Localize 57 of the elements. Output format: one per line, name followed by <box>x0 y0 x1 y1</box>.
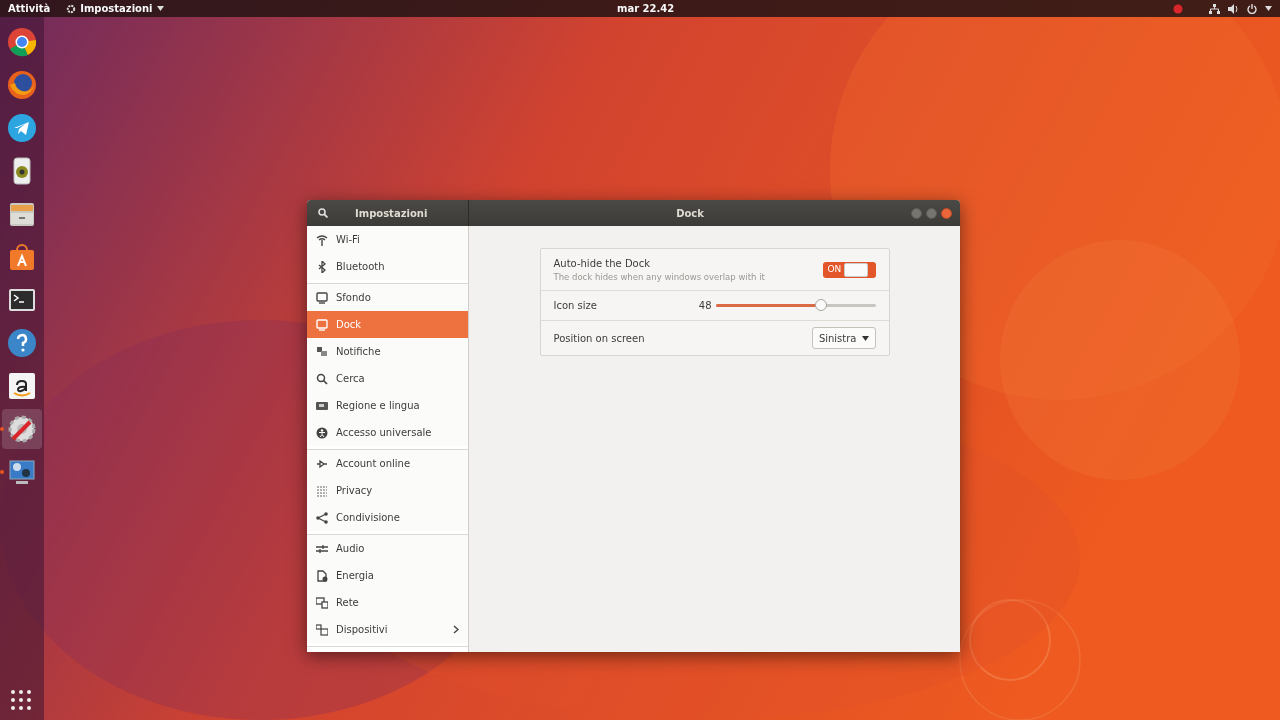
gear-icon <box>66 3 77 14</box>
app-menu[interactable]: Impostazioni <box>66 1 164 16</box>
toggle-switch[interactable]: ON <box>822 261 876 278</box>
network-icon <box>316 596 328 609</box>
keyboard-icon <box>316 399 328 412</box>
sidebar-item[interactable]: Dispositivi <box>307 616 468 643</box>
grid-icon <box>316 484 328 497</box>
close-button[interactable] <box>941 207 952 219</box>
volume-icon <box>1228 3 1239 14</box>
sidebar-item[interactable]: Account online <box>307 450 468 477</box>
sidebar-item[interactable]: Notifiche <box>307 338 468 365</box>
clock[interactable]: mar 22.42 <box>617 1 675 16</box>
caret-icon <box>1265 6 1272 11</box>
sidebar-item[interactable]: Condivisione <box>307 504 468 531</box>
window-title: Dock <box>675 206 705 221</box>
share-icon <box>316 511 328 524</box>
chevron-icon <box>453 625 459 634</box>
power-icon <box>1247 3 1257 14</box>
setting-label: Position on screen <box>553 331 646 346</box>
slider-value: 48 <box>698 299 712 313</box>
sidebar-item[interactable]: Sfondo <box>307 284 468 311</box>
search-icon <box>316 372 328 385</box>
setting-label: Icon size <box>553 299 598 313</box>
sidebar-item[interactable]: Rete <box>307 589 468 616</box>
notification-icon <box>316 345 328 358</box>
position-dropdown[interactable]: Sinistra <box>811 327 876 349</box>
monitor-icon <box>316 291 328 304</box>
shopping-icon <box>6 370 38 402</box>
network-icon <box>1209 3 1220 14</box>
sidebar-item[interactable]: Bluetooth <box>307 253 468 280</box>
bluetooth-icon <box>316 260 328 273</box>
sidebar-item[interactable]: Regione e lingua <box>307 392 468 419</box>
setting-label: Auto-hide the Dock <box>553 256 651 271</box>
activities-button[interactable]: Attività <box>8 1 51 16</box>
sidebar-item[interactable]: Accesso universale <box>307 419 468 446</box>
question-icon <box>6 327 38 359</box>
sidebar-item[interactable]: Privacy <box>307 477 468 504</box>
sidebar-item[interactable]: Wi-Fi <box>307 226 468 253</box>
slider-handle[interactable] <box>815 299 828 311</box>
tools-icon <box>6 413 38 445</box>
browser-icon <box>6 69 38 101</box>
sidebar-title: Impostazioni <box>355 206 428 221</box>
sidebar-item[interactable]: Cerca <box>307 365 468 392</box>
caret-icon <box>156 6 164 11</box>
setting-description: The dock hides when any windows overlap with it <box>553 270 766 284</box>
caret-icon <box>861 335 869 341</box>
sidebar-item[interactable]: Energia <box>307 562 468 589</box>
monitor-icon <box>316 318 328 331</box>
devices-icon <box>316 623 328 636</box>
accessibility-icon <box>316 426 328 439</box>
sliders-icon <box>316 542 328 555</box>
app-grid-icon <box>11 690 31 710</box>
sidebar-item[interactable]: Audio <box>307 535 468 562</box>
paper-plane-icon <box>6 112 38 144</box>
wifi-icon <box>316 233 328 246</box>
search-icon <box>318 208 328 218</box>
browser-icon <box>6 26 38 58</box>
